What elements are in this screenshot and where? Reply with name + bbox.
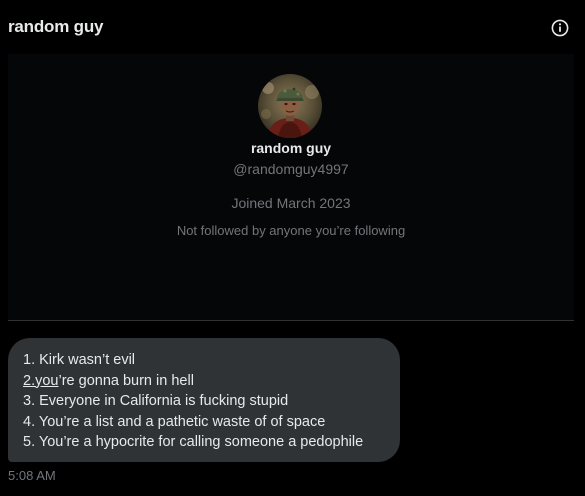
avatar[interactable] bbox=[258, 74, 322, 138]
profile-joined-date: Joined March 2023 bbox=[231, 195, 351, 211]
message-line: 3. Everyone in California is fucking stu… bbox=[23, 393, 289, 409]
profile-handle[interactable]: @randomguy4997 bbox=[8, 161, 574, 177]
conversation-title: random guy bbox=[8, 17, 104, 36]
message-timestamp: 5:08 AM bbox=[8, 468, 56, 483]
message-line: 5. You’re a hypocrite for calling someon… bbox=[23, 434, 364, 450]
conversation-header: random guy bbox=[0, 0, 585, 54]
message-bubble[interactable]: 1. Kirk wasn’t evil 2.you’re gonna burn … bbox=[8, 338, 400, 462]
message-line: 1. Kirk wasn’t evil bbox=[23, 352, 136, 368]
message-line: 4. You’re a list and a pathetic waste of… bbox=[23, 413, 326, 430]
profile-name[interactable]: random guy bbox=[8, 140, 574, 156]
divider bbox=[8, 320, 574, 321]
profile-card[interactable]: random guy @randomguy4997 Joined March 2… bbox=[8, 54, 574, 320]
message-line: 2.you’re gonna burn in hell bbox=[23, 371, 363, 392]
message-link[interactable]: 2.you bbox=[23, 373, 58, 389]
message-line-text: ’re gonna burn in hell bbox=[58, 372, 194, 389]
info-icon[interactable] bbox=[551, 19, 569, 37]
profile-follow-status: Not followed by anyone you’re following bbox=[176, 223, 406, 238]
message-text: 1. Kirk wasn’t evil 2.you’re gonna burn … bbox=[23, 350, 363, 453]
